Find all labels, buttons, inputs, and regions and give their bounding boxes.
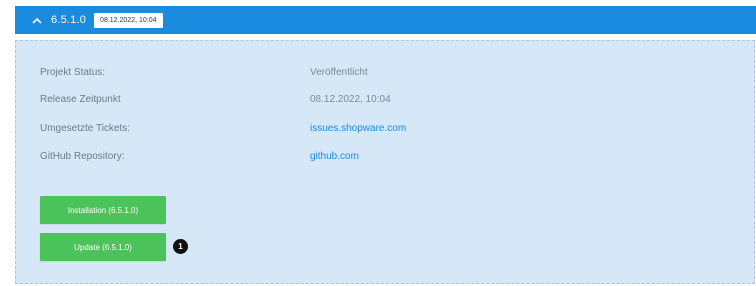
release-details-panel: Projekt Status: Veröffentlicht Release Z… xyxy=(15,40,755,284)
tickets-link[interactable]: issues.shopware.com xyxy=(310,121,406,137)
chevron-up-icon[interactable] xyxy=(25,6,49,34)
update-button[interactable]: Update (6.5.1.0) xyxy=(40,233,166,261)
detail-label: Release Zeitpunkt xyxy=(40,94,121,105)
detail-label: GitHub Repository: xyxy=(40,151,125,162)
step-marker-badge: 1 xyxy=(173,239,188,254)
release-version: 6.5.1.0 xyxy=(51,14,87,26)
detail-label: Projekt Status: xyxy=(40,67,106,78)
release-header[interactable]: 6.5.1.0 08.12.2022, 10:04 xyxy=(15,6,756,34)
detail-row-tickets: Umgesetzte Tickets: issues.shopware.com xyxy=(40,121,720,137)
detail-row-status: Projekt Status: Veröffentlicht xyxy=(40,65,720,81)
detail-row-github: GitHub Repository: github.com xyxy=(40,149,720,165)
detail-row-release-time: Release Zeitpunkt 08.12.2022, 10:04 xyxy=(40,92,720,108)
installation-button[interactable]: Installation (6.5.1.0) xyxy=(40,196,166,224)
release-date-badge: 08.12.2022, 10:04 xyxy=(94,12,163,28)
github-link[interactable]: github.com xyxy=(310,149,359,165)
release-card: 6.5.1.0 08.12.2022, 10:04 Projekt Status… xyxy=(0,0,756,286)
detail-value: Veröffentlicht xyxy=(310,67,368,78)
detail-value: 08.12.2022, 10:04 xyxy=(310,94,391,105)
detail-label: Umgesetzte Tickets: xyxy=(40,123,131,134)
